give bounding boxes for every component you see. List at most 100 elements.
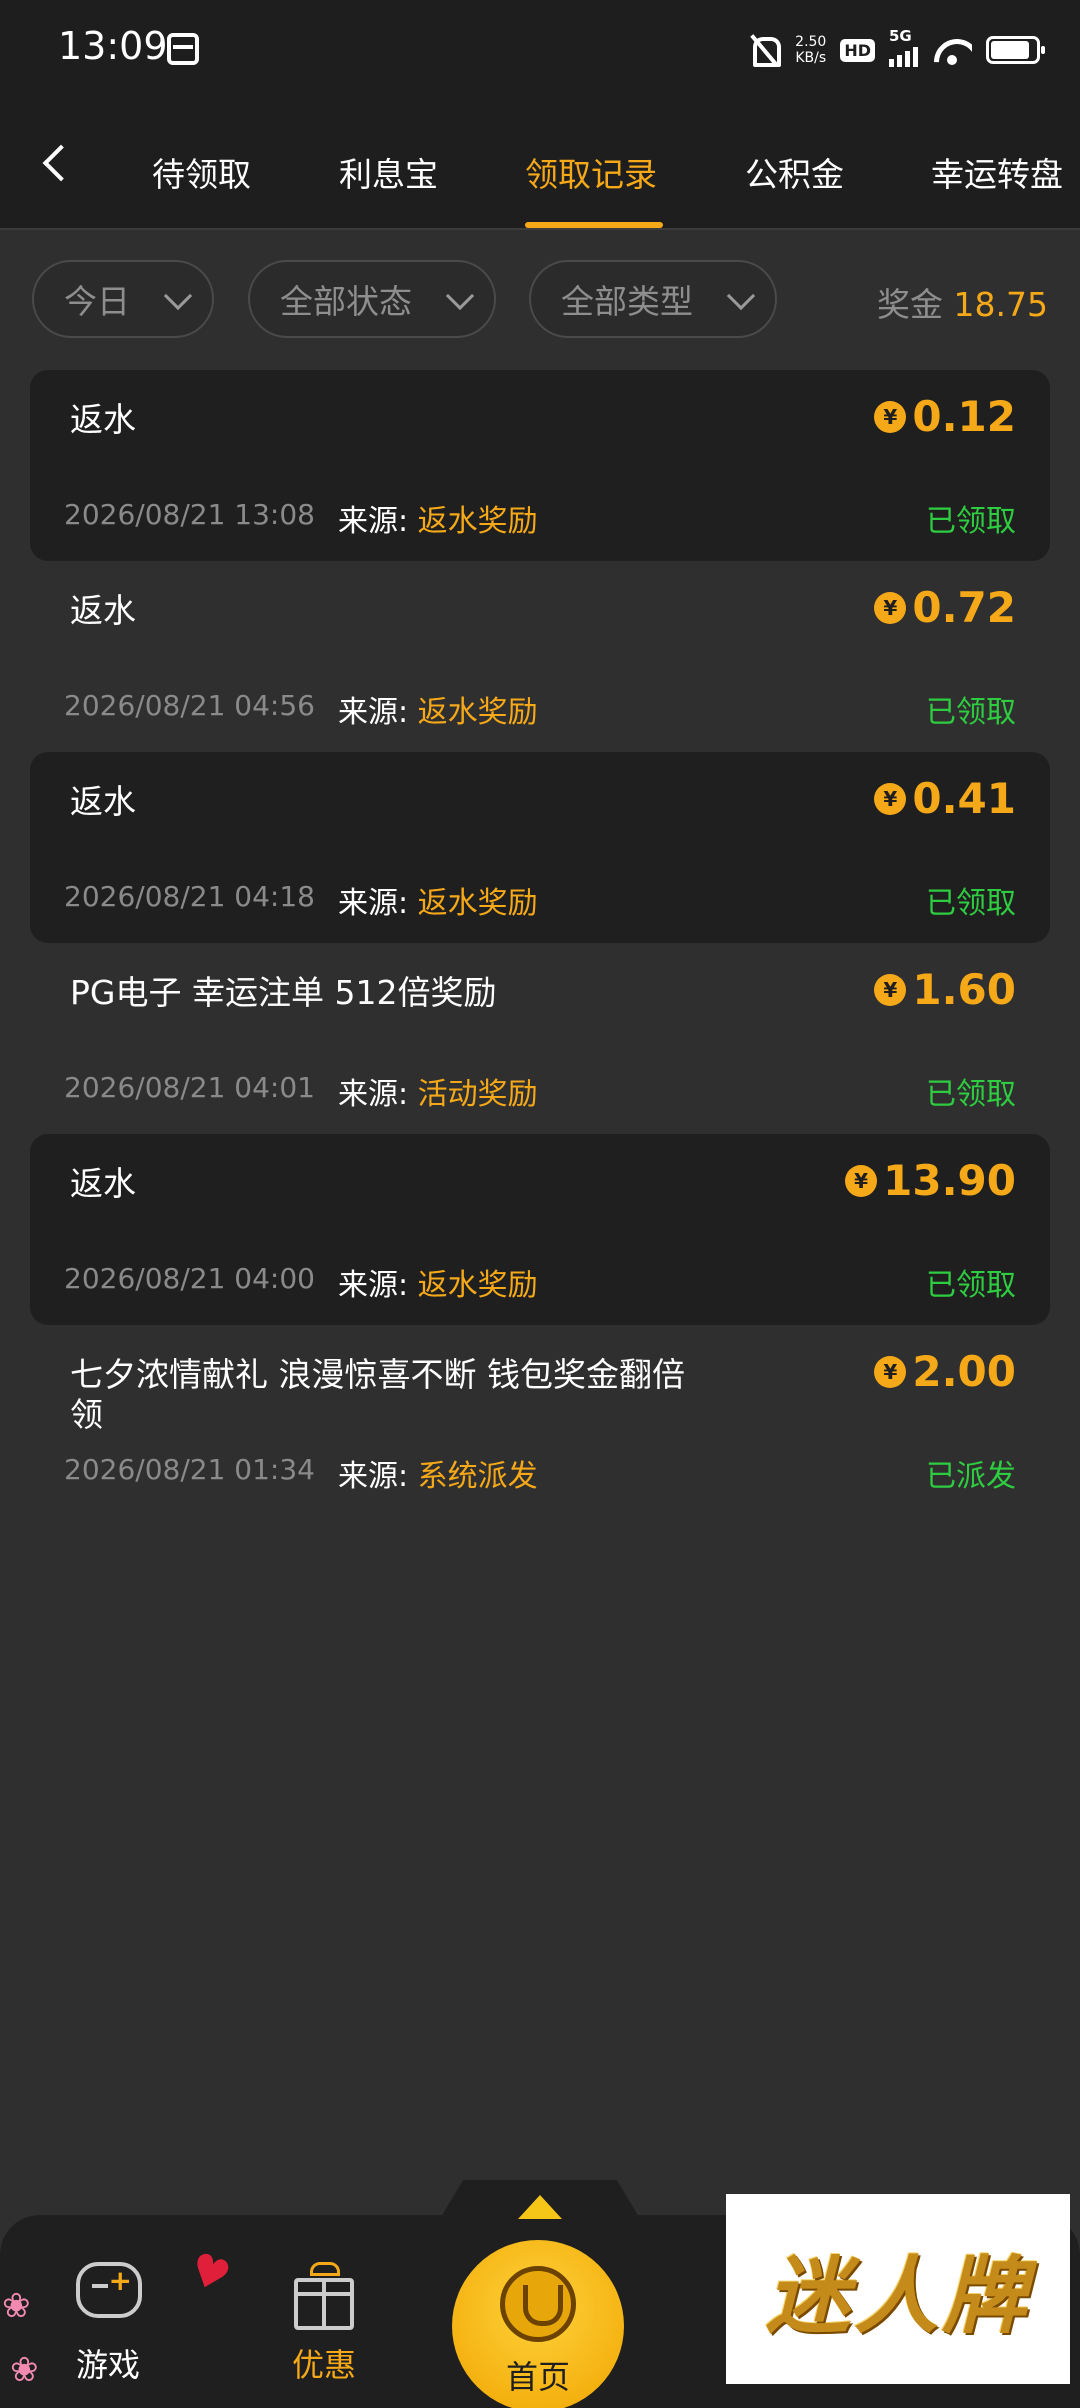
brand-logo-text: 迷人牌 — [765, 2245, 1030, 2345]
record-time: 2026/08/21 04:01 — [64, 1071, 315, 1104]
record-source-value: 系统派发 — [417, 1459, 538, 1494]
arrow-up-icon[interactable] — [518, 2195, 562, 2219]
tab-pending[interactable]: 待领取 — [152, 148, 251, 196]
record-time: 2026/08/21 13:08 — [64, 498, 315, 531]
record-amount: ¥2.00 — [874, 1347, 1016, 1396]
chevron-down-icon — [163, 281, 193, 311]
record-amount: ¥13.90 — [845, 1156, 1016, 1205]
flower-decoration-icon: ❀ — [10, 2350, 39, 2390]
sim-card-icon — [167, 33, 199, 65]
bonus-label: 奖金 — [877, 285, 944, 324]
record-amount: ¥0.41 — [874, 774, 1016, 823]
tab-lucky-wheel[interactable]: 幸运转盘 — [931, 148, 1063, 196]
record-source: 来源: 活动奖励 — [338, 1069, 538, 1113]
record-source-value: 活动奖励 — [417, 1077, 538, 1112]
record-amount-value: 0.12 — [912, 392, 1016, 441]
record-source-value: 返水奖励 — [417, 886, 538, 921]
record-source-label: 来源: — [338, 504, 418, 539]
type-filter-label: 全部类型 — [561, 282, 693, 321]
yen-coin-icon: ¥ — [874, 400, 907, 433]
status-filter-dropdown[interactable]: 全部状态 — [248, 260, 496, 338]
bonus-value: 18.75 — [953, 285, 1048, 324]
record-status: 已领取 — [926, 886, 1016, 921]
top-tab-bar: 待领取 利息宝 领取记录 公积金 幸运转盘 — [0, 100, 1080, 230]
record-amount-value: 0.41 — [912, 774, 1016, 823]
record-item[interactable]: 返水 ¥0.12 2026/08/21 13:08 来源: 返水奖励 已领取 — [30, 370, 1050, 561]
network-speed: 2.50 KB/s — [795, 34, 826, 66]
record-source: 来源: 返水奖励 — [338, 1260, 538, 1304]
record-status: 已领取 — [926, 504, 1016, 539]
wifi-icon — [932, 35, 972, 65]
active-tab-indicator — [525, 222, 663, 228]
status-bar: 13:09 2.50 KB/s HD 5G — [0, 0, 1080, 100]
record-status: 已领取 — [926, 695, 1016, 730]
record-item[interactable]: 返水 ¥0.72 2026/08/21 04:56 来源: 返水奖励 已领取 — [30, 561, 1050, 752]
nav-games[interactable]: 游戏 — [76, 2340, 140, 2386]
record-source-label: 来源: — [338, 1077, 418, 1112]
record-time: 2026/08/21 04:56 — [64, 689, 315, 722]
record-status: 已领取 — [926, 1077, 1016, 1112]
record-source: 来源: 返水奖励 — [338, 496, 538, 540]
nav-promotions[interactable]: 优惠 — [292, 2340, 356, 2386]
chevron-down-icon — [445, 281, 475, 311]
yen-coin-icon: ¥ — [874, 1355, 907, 1388]
status-time: 13:09 — [58, 24, 168, 68]
gamepad-icon[interactable] — [76, 2262, 142, 2318]
record-item[interactable]: 七夕浓情献礼 浪漫惊喜不断 钱包奖金翻倍领 ¥2.00 2026/08/21 0… — [30, 1325, 1050, 1516]
record-item[interactable]: 返水 ¥0.41 2026/08/21 04:18 来源: 返水奖励 已领取 — [30, 752, 1050, 943]
record-time: 2026/08/21 01:34 — [64, 1453, 315, 1486]
cellular-signal-icon: 5G — [889, 27, 918, 67]
record-amount: ¥0.12 — [874, 392, 1016, 441]
record-title: 返水 — [70, 400, 136, 439]
yen-coin-icon: ¥ — [874, 591, 907, 624]
record-title: 返水 — [70, 1164, 136, 1203]
gift-icon[interactable] — [294, 2278, 354, 2330]
record-amount-value: 13.90 — [883, 1156, 1016, 1205]
hd-badge-icon: HD — [840, 38, 875, 62]
record-source-value: 返水奖励 — [417, 504, 538, 539]
record-source-label: 来源: — [338, 886, 418, 921]
tab-claim-records[interactable]: 领取记录 — [525, 148, 657, 196]
brand-logo-watermark: 迷人牌 — [726, 2194, 1070, 2384]
network-type: 5G — [889, 27, 912, 45]
record-time: 2026/08/21 04:18 — [64, 880, 315, 913]
bell-muted-icon — [747, 33, 782, 67]
record-time: 2026/08/21 04:00 — [64, 1262, 315, 1295]
record-amount-value: 1.60 — [912, 965, 1016, 1014]
record-amount-value: 2.00 — [912, 1347, 1016, 1396]
record-title: 返水 — [70, 782, 136, 821]
record-source-label: 来源: — [338, 1459, 418, 1494]
date-filter-label: 今日 — [64, 282, 130, 321]
tab-provident-fund[interactable]: 公积金 — [745, 148, 844, 196]
record-title: 七夕浓情献礼 浪漫惊喜不断 钱包奖金翻倍领 — [70, 1355, 685, 1434]
chevron-down-icon — [726, 281, 756, 311]
record-amount-value: 0.72 — [912, 583, 1016, 632]
record-source-value: 返水奖励 — [417, 695, 538, 730]
record-source-label: 来源: — [338, 695, 418, 730]
record-item[interactable]: 返水 ¥13.90 2026/08/21 04:00 来源: 返水奖励 已领取 — [30, 1134, 1050, 1325]
type-filter-dropdown[interactable]: 全部类型 — [529, 260, 777, 338]
home-label: 首页 — [505, 2358, 570, 2396]
record-source: 来源: 返水奖励 — [338, 878, 538, 922]
record-item[interactable]: PG电子 幸运注单 512倍奖励 ¥1.60 2026/08/21 04:01 … — [30, 943, 1050, 1134]
home-button[interactable]: 首页 — [452, 2240, 624, 2408]
record-title: PG电子 幸运注单 512倍奖励 — [70, 973, 497, 1012]
record-amount: ¥0.72 — [874, 583, 1016, 632]
record-status: 已领取 — [926, 1268, 1016, 1303]
status-filter-label: 全部状态 — [280, 282, 412, 321]
gift-bow-icon — [310, 2262, 340, 2276]
yen-coin-icon: ¥ — [874, 973, 907, 1006]
record-amount: ¥1.60 — [874, 965, 1016, 1014]
date-filter-dropdown[interactable]: 今日 — [32, 260, 214, 338]
record-title: 返水 — [70, 591, 136, 630]
record-source: 来源: 返水奖励 — [338, 687, 538, 731]
yen-coin-icon: ¥ — [874, 782, 907, 815]
back-button[interactable] — [30, 140, 80, 190]
flower-decoration-icon: ❀ — [2, 2286, 31, 2326]
battery-icon — [986, 36, 1045, 64]
status-icons: 2.50 KB/s HD 5G — [747, 27, 1045, 72]
network-speed-unit: KB/s — [795, 50, 827, 66]
network-speed-value: 2.50 — [795, 34, 827, 50]
tab-interest[interactable]: 利息宝 — [339, 148, 438, 196]
record-status: 已派发 — [926, 1459, 1016, 1494]
